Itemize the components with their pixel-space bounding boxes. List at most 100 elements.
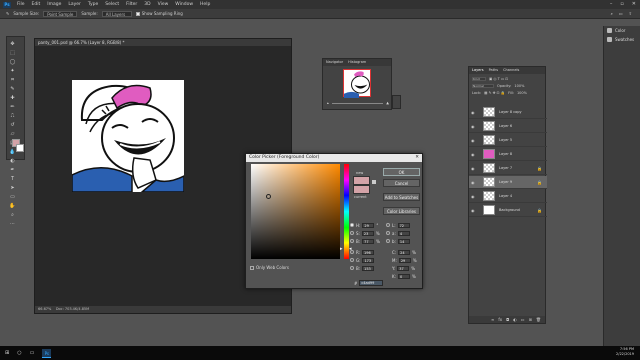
windows-start-icon[interactable]: ⊞ [5, 350, 9, 356]
document-tab[interactable]: panty_001.psd @ 66.7% (Layer 8, RGB/8) * [35, 39, 291, 46]
tab-layers[interactable]: Layers [472, 67, 484, 74]
blue-radio[interactable] [350, 266, 354, 270]
visibility-eye-icon[interactable]: ◉ [471, 138, 477, 143]
menu-3d[interactable]: 3D [144, 2, 150, 7]
lock-icons[interactable]: ▦ ✎ ✥ ⊡ 🔒 [484, 91, 505, 95]
zoom-tool-icon[interactable]: ⌕ [9, 211, 17, 219]
menu-view[interactable]: View [158, 2, 169, 7]
layer-row[interactable]: ◉ Layer 4 [469, 190, 547, 203]
saturation-radio[interactable] [350, 231, 354, 235]
type-tool-icon[interactable]: T [9, 175, 17, 183]
tab-channels[interactable]: Channels [503, 67, 519, 74]
add-to-swatches-button[interactable]: Add to Swatches [383, 193, 420, 201]
brightness-radio[interactable] [350, 239, 354, 243]
current-color-swatch[interactable] [353, 185, 370, 194]
sample-select[interactable]: All Layers [101, 10, 132, 17]
visibility-eye-icon[interactable]: ◉ [471, 152, 477, 157]
layer-row[interactable]: ◉ Layer 7 🔒 [469, 162, 547, 175]
lab-b-field[interactable]: 14 [397, 238, 410, 244]
menu-filter[interactable]: Filter [126, 2, 137, 7]
red-field[interactable]: 196 [362, 249, 375, 255]
delete-layer-icon[interactable]: 🗑 [536, 316, 541, 323]
hand-tool-icon[interactable]: ✋ [9, 202, 17, 210]
photoshop-logo-icon[interactable]: Ps [3, 1, 11, 8]
tab-paths[interactable]: Paths [489, 67, 499, 74]
opacity-value[interactable]: 100% [514, 84, 524, 88]
swatches-panel-button[interactable]: Swatches [604, 35, 640, 44]
hue-field[interactable]: 29 [362, 222, 375, 228]
taskbar-clock[interactable]: 7:56 PM 2/22/2019 [616, 347, 634, 357]
zoom-slider[interactable] [331, 102, 384, 104]
search-icon[interactable]: ○ [17, 350, 21, 356]
ok-button[interactable]: OK [383, 168, 420, 176]
collapsed-panel-icons[interactable] [392, 95, 401, 109]
green-radio[interactable] [350, 258, 354, 262]
eyedropper-icon[interactable]: ✎ [9, 85, 17, 93]
menu-select[interactable]: Select [105, 2, 119, 7]
cyan-field[interactable]: 24 [398, 249, 411, 255]
checkbox-icon[interactable] [250, 265, 254, 270]
background-color-swatch[interactable] [16, 144, 24, 152]
layer-row-selected[interactable]: ◉ Layer 9 🔒 [469, 176, 547, 189]
eyedropper-tool-icon[interactable]: ✎ [6, 11, 9, 16]
visibility-eye-icon[interactable]: ◉ [471, 208, 477, 213]
zoom-out-icon[interactable]: ▴ [327, 101, 329, 105]
lab-a-field[interactable]: 4 [397, 230, 410, 236]
link-layers-icon[interactable]: ∞ [491, 316, 494, 323]
filter-icons[interactable]: ▣ ◎ T ▭ ⊡ [489, 77, 508, 81]
path-select-icon[interactable]: ➤ [9, 184, 17, 192]
layer-row[interactable]: ◉ Layer 8 copy [469, 106, 547, 119]
magenta-field[interactable]: 29 [398, 257, 411, 263]
blue-field[interactable]: 153 [362, 265, 375, 271]
shape-tool-icon[interactable]: ▭ [9, 193, 17, 201]
fill-value[interactable]: 100% [517, 91, 527, 95]
visibility-eye-icon[interactable]: ◉ [471, 180, 477, 185]
stamp-tool-icon[interactable]: ⎍ [9, 112, 17, 120]
hue-radio[interactable] [350, 223, 354, 227]
more-tools-icon[interactable]: ⋯ [9, 220, 17, 228]
menu-window[interactable]: Window [175, 2, 193, 7]
show-sampling-ring-toggle[interactable]: Show Sampling Ring [135, 11, 183, 16]
photoshop-taskbar-icon[interactable]: Ps [42, 348, 52, 358]
close-icon[interactable]: ✕ [632, 1, 636, 7]
maximize-icon[interactable]: ▫ [620, 1, 623, 7]
add-mask-icon[interactable]: ◘ [506, 316, 509, 323]
lab-b-radio[interactable] [386, 239, 390, 243]
tab-histogram[interactable]: Histogram [348, 59, 366, 66]
layer-row[interactable]: ◉ Layer 6 [469, 120, 547, 133]
search-icon[interactable]: ⌕ [611, 11, 613, 16]
green-field[interactable]: 173 [362, 257, 375, 263]
brush-tool-icon[interactable]: ✏ [9, 103, 17, 111]
adjustment-layer-icon[interactable]: ◐ [513, 316, 517, 323]
task-view-icon[interactable]: ▭ [30, 350, 35, 356]
lab-l-radio[interactable] [386, 223, 390, 227]
gamut-warning-icon[interactable] [372, 180, 376, 184]
lab-a-radio[interactable] [386, 231, 390, 235]
new-layer-icon[interactable]: ⊞ [529, 316, 532, 323]
black-field[interactable]: 0 [397, 273, 410, 279]
layer-row[interactable]: ◉ Layer 8 [469, 148, 547, 161]
visibility-eye-icon[interactable]: ◉ [471, 110, 477, 115]
pen-tool-icon[interactable]: ✒ [9, 166, 17, 174]
kind-filter-select[interactable]: Kind [472, 76, 486, 81]
blend-mode-select[interactable]: Normal [472, 83, 494, 88]
hue-slider[interactable] [344, 164, 349, 259]
tab-navigator[interactable]: Navigator [326, 59, 343, 66]
minimize-icon[interactable]: – [610, 1, 613, 7]
marquee-tool-icon[interactable]: ⬚ [9, 49, 17, 57]
visibility-eye-icon[interactable]: ◉ [471, 166, 477, 171]
magic-wand-tool-icon[interactable]: ✦ [9, 67, 17, 75]
checkbox-icon[interactable] [135, 12, 140, 16]
close-icon[interactable]: ✕ [415, 154, 419, 162]
menu-file[interactable]: File [17, 2, 25, 7]
color-libraries-button[interactable]: Color Libraries [383, 207, 420, 215]
healing-brush-icon[interactable]: ✚ [9, 94, 17, 102]
layer-row[interactable]: ◉ Background 🔒 [469, 204, 547, 217]
visibility-eye-icon[interactable]: ◉ [471, 194, 477, 199]
saturation-brightness-field[interactable] [251, 164, 340, 259]
color-panel-button[interactable]: Color [604, 26, 640, 35]
navigator-thumbnail[interactable] [343, 69, 371, 98]
cancel-button[interactable]: Cancel [383, 179, 420, 187]
lasso-tool-icon[interactable]: ◯ [9, 58, 17, 66]
sample-size-select[interactable]: Point Sample [43, 10, 78, 17]
